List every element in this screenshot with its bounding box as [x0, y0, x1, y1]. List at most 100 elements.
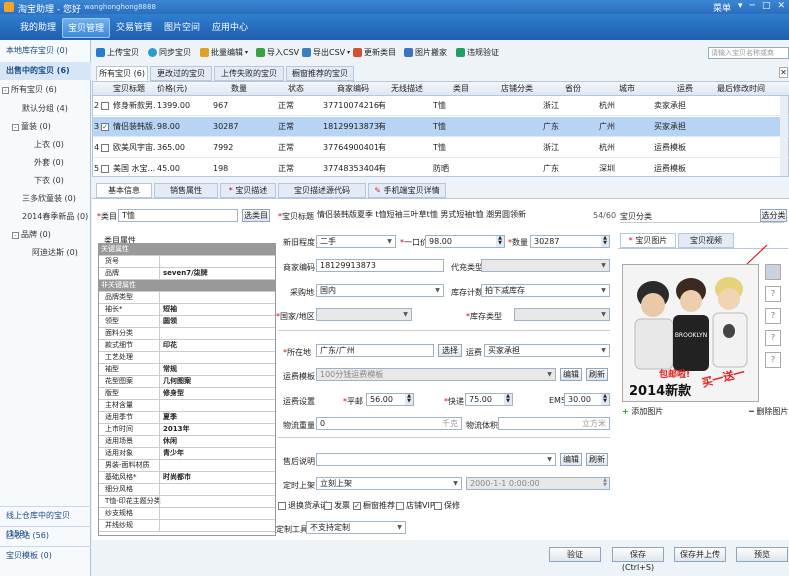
table-row[interactable]: 4 欧美风宇宙... 365.00 7992 正常 37764900401 有 …: [93, 138, 789, 158]
prop-row[interactable]: 款式细节 印花: [99, 340, 275, 352]
title-input[interactable]: 情侣装韩版夏季 t恤短袖三叶草t恤 男式短袖t恤 潮男圆领新: [314, 209, 594, 222]
warranty-checkbox[interactable]: 保修: [434, 500, 460, 511]
tree-node-tops[interactable]: 上衣 (0): [34, 139, 64, 150]
prop-row[interactable]: 花型图案 几何图案: [99, 376, 275, 388]
choose-category-button[interactable]: 选类目: [242, 209, 270, 222]
delete-picture-button[interactable]: ━ 删除图片: [749, 406, 788, 417]
edit-template-button[interactable]: 编辑: [560, 368, 582, 381]
thumbnail-empty[interactable]: ?: [765, 352, 781, 368]
tab-item-pictures[interactable]: * 宝贝图片: [620, 233, 676, 248]
spinner-icon[interactable]: ▲ ▼: [601, 394, 609, 405]
prop-value[interactable]: seven7/柒牌: [163, 268, 208, 279]
price-input[interactable]: 98.00 ▲ ▼: [425, 235, 505, 248]
col-shop-category[interactable]: 店铺分类: [501, 82, 533, 96]
import-csv-button[interactable]: 导入CSV: [256, 47, 299, 58]
tree-node-coats[interactable]: 外套 (0): [34, 157, 64, 168]
tree-node-brand[interactable]: - 品牌 (0): [12, 229, 51, 240]
table-row[interactable]: 5 美国 水宝... 45.00 198 正常 37748353404 有 防晒…: [93, 159, 789, 179]
col-qty[interactable]: 数量: [231, 82, 247, 96]
purchase-origin-select[interactable]: 国内 ▼: [316, 284, 444, 297]
nav-item-manage[interactable]: 宝贝管理: [62, 18, 110, 38]
dropdown-icon[interactable]: ▾: [738, 1, 743, 14]
col-category[interactable]: 类目: [453, 82, 469, 96]
prop-row[interactable]: 版型 修身型: [99, 388, 275, 400]
row-checkbox[interactable]: [101, 165, 109, 173]
shop-vip-checkbox[interactable]: 店铺VIP: [396, 500, 435, 511]
sync-button[interactable]: 同步宝贝: [148, 47, 191, 58]
prop-row[interactable]: 品牌 seven7/柒牌: [99, 268, 275, 280]
tree-node-sanduoxin[interactable]: 三多欣童装 (0): [22, 193, 76, 204]
upload-button[interactable]: 上传宝贝: [96, 47, 139, 58]
refresh-template-button[interactable]: 刷新: [586, 368, 608, 381]
nav-app-center[interactable]: 应用中心: [206, 18, 254, 38]
after-sale-select[interactable]: ▼: [316, 453, 556, 466]
tab-basic-info[interactable]: 基本信息: [96, 183, 152, 198]
save-and-upload-button[interactable]: 保存并上传: [674, 547, 726, 562]
spinner-icon[interactable]: ▲ ▼: [405, 394, 413, 405]
shipping-fee-select[interactable]: 买家承担 ▼: [484, 344, 610, 357]
batch-edit-button[interactable]: 批量编辑 ▾: [200, 47, 248, 58]
merchant-code-input[interactable]: 18129913873: [316, 259, 444, 272]
row-checkbox-checked[interactable]: ✓: [101, 123, 109, 131]
prop-row[interactable]: 适用季节 夏季: [99, 412, 275, 424]
weight-input[interactable]: 0 千克: [316, 417, 462, 430]
prop-row[interactable]: 品牌类型: [99, 292, 275, 304]
choose-shop-category-button[interactable]: 选分类: [760, 209, 787, 222]
nav-my-assistant[interactable]: 我的助理: [14, 18, 62, 38]
country-select[interactable]: ▼: [316, 308, 412, 321]
prop-value[interactable]: 2013年: [163, 424, 189, 435]
col-status[interactable]: 状态: [288, 82, 304, 96]
tab-description[interactable]: * 宝贝描述: [220, 183, 276, 198]
col-wireless[interactable]: 无线描述: [391, 82, 423, 96]
table-row[interactable]: 2 修身新款男... 1399.00 967 正常 37710074216 有 …: [93, 96, 789, 116]
image-move-button[interactable]: 图片搬家: [404, 47, 447, 58]
prop-value[interactable]: 夏季: [163, 412, 177, 423]
thumbnail-empty[interactable]: ?: [765, 308, 781, 324]
tab-item-video[interactable]: 宝贝视频: [678, 233, 734, 248]
add-picture-button[interactable]: + 添加图片: [622, 406, 663, 417]
tree-node-bottoms[interactable]: 下衣 (0): [34, 175, 64, 186]
prop-value[interactable]: 几何图案: [163, 376, 191, 387]
prop-row[interactable]: 并线纱规: [99, 520, 275, 532]
prop-value[interactable]: 短袖: [163, 304, 177, 315]
col-city[interactable]: 城市: [619, 82, 635, 96]
col-shipping[interactable]: 运费: [677, 82, 693, 96]
tree-node-default[interactable]: 默认分组 (4): [22, 103, 68, 114]
thumbnail-empty[interactable]: ?: [765, 286, 781, 302]
prop-value[interactable]: 印花: [163, 340, 177, 351]
export-csv-button[interactable]: 导出CSV ▾: [302, 47, 350, 58]
thumbnail-1[interactable]: [765, 264, 781, 280]
search-input[interactable]: 请输入宝贝名称或商: [708, 47, 789, 59]
custom-tool-select[interactable]: 不支持定制 ▼: [306, 521, 406, 534]
minimize-icon[interactable]: ─: [750, 1, 755, 14]
collapse-icon[interactable]: -: [12, 232, 19, 239]
prop-value[interactable]: 圆领: [163, 316, 177, 327]
prop-row[interactable]: 领型 圆领: [99, 316, 275, 328]
close-icon[interactable]: ✕: [777, 1, 785, 14]
prop-value[interactable]: 休闲: [163, 436, 177, 447]
tab-description-source[interactable]: 宝贝描述源代码: [278, 183, 366, 198]
tab-mobile-detail[interactable]: ✎ 手机端宝贝详情: [368, 183, 446, 198]
recharge-type-select[interactable]: ▼: [481, 259, 610, 272]
edit-after-sale-button[interactable]: 编辑: [560, 453, 582, 466]
choose-location-button[interactable]: 选择: [438, 344, 462, 357]
col-modified[interactable]: 最后修改时间: [717, 82, 765, 96]
sidebar-online-warehouse[interactable]: 线上仓库中的宝贝 (159): [0, 506, 91, 538]
validate-button[interactable]: 验证: [549, 547, 601, 562]
nav-trade-manage[interactable]: 交易管理: [110, 18, 158, 38]
prop-value[interactable]: 修身型: [163, 388, 184, 399]
prop-row[interactable]: 纱支规格: [99, 508, 275, 520]
refresh-after-sale-button[interactable]: 刷新: [586, 453, 608, 466]
prop-row[interactable]: 细分风格: [99, 484, 275, 496]
prop-value[interactable]: 时尚都市: [163, 472, 191, 483]
violation-check-button[interactable]: 违规验证: [456, 47, 499, 58]
maximize-icon[interactable]: □: [762, 1, 771, 14]
prop-row[interactable]: 主材含量: [99, 400, 275, 412]
main-product-photo[interactable]: BROOKLYN 包邮啦! 买一送一 2014新款: [622, 264, 759, 402]
qty-input[interactable]: 30287 ▲ ▼: [530, 235, 610, 248]
sidebar-selling[interactable]: 出售中的宝贝 (6): [0, 62, 91, 80]
return-promise-checkbox[interactable]: 退换货承诺: [278, 500, 328, 511]
tab-failed-items[interactable]: 上传失败的宝贝 (0): [214, 66, 284, 92]
volume-input[interactable]: 立方米: [498, 417, 610, 430]
ems-input[interactable]: 30.00 ▲ ▼: [564, 393, 610, 406]
